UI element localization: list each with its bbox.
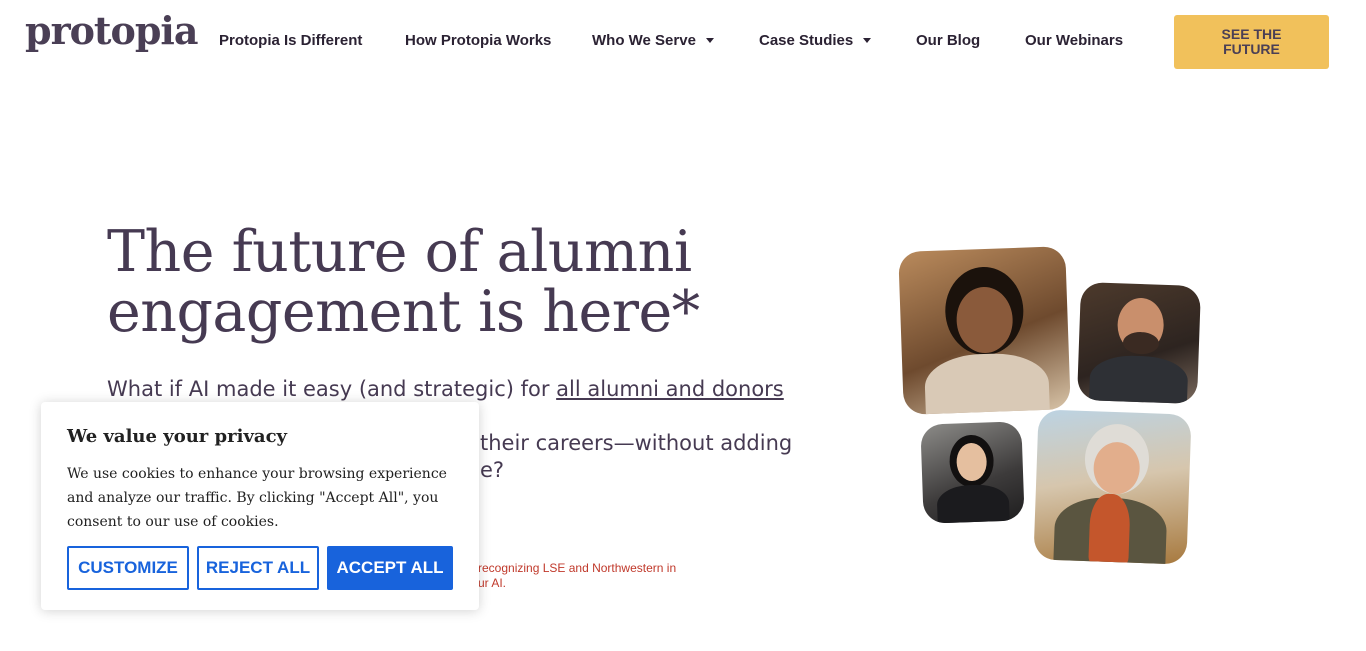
hero-sub-text: What if AI made it easy (and strategic) … bbox=[107, 377, 557, 401]
nav-label: Who We Serve bbox=[592, 32, 696, 49]
accept-all-button[interactable]: ACCEPT ALL bbox=[327, 546, 453, 590]
cookie-text: We use cookies to enhance your browsing … bbox=[67, 466, 447, 530]
older-woman-scarf-beach-photo bbox=[1033, 409, 1192, 565]
bearded-man-apron-photo bbox=[1076, 281, 1202, 405]
protopia-logo[interactable]: protopia bbox=[25, 8, 198, 53]
nav-how-protopia-works[interactable]: How Protopia Works bbox=[405, 32, 551, 52]
nav-label: Protopia Is Different bbox=[219, 32, 363, 49]
nav-case-studies[interactable]: Case Studies bbox=[759, 32, 872, 52]
asian-woman-blazer-photo bbox=[920, 421, 1025, 524]
hero-title: The future of alumni engagement is here* bbox=[107, 219, 700, 345]
cookie-consent-banner: We value your privacy We use cookies to … bbox=[41, 402, 479, 610]
cookie-title: We value your privacy bbox=[67, 426, 287, 447]
customize-button[interactable]: CUSTOMIZE bbox=[67, 546, 189, 590]
nav-our-webinars[interactable]: Our Webinars bbox=[1025, 32, 1123, 52]
nav-label: How Protopia Works bbox=[405, 32, 552, 49]
chevron-down-icon bbox=[705, 37, 714, 43]
woman-curly-hair-photo bbox=[898, 246, 1071, 415]
reject-all-button[interactable]: REJECT ALL bbox=[197, 546, 319, 590]
all-alumni-link[interactable]: all alumni and donors bbox=[556, 377, 784, 401]
nav-protopia-is-different[interactable]: Protopia Is Different bbox=[219, 32, 362, 52]
chevron-down-icon bbox=[863, 37, 872, 43]
see-the-future-button[interactable]: SEE THE FUTURE bbox=[1174, 15, 1329, 69]
nav-our-blog[interactable]: Our Blog bbox=[916, 32, 980, 52]
nav-label: Our Webinars bbox=[1025, 32, 1124, 49]
cookie-buttons: CUSTOMIZE REJECT ALL ACCEPT ALL bbox=[67, 546, 453, 590]
nav-who-we-serve[interactable]: Who We Serve bbox=[592, 32, 714, 52]
nav-label: Case Studies bbox=[759, 32, 854, 49]
nav-label: Our Blog bbox=[916, 32, 981, 49]
